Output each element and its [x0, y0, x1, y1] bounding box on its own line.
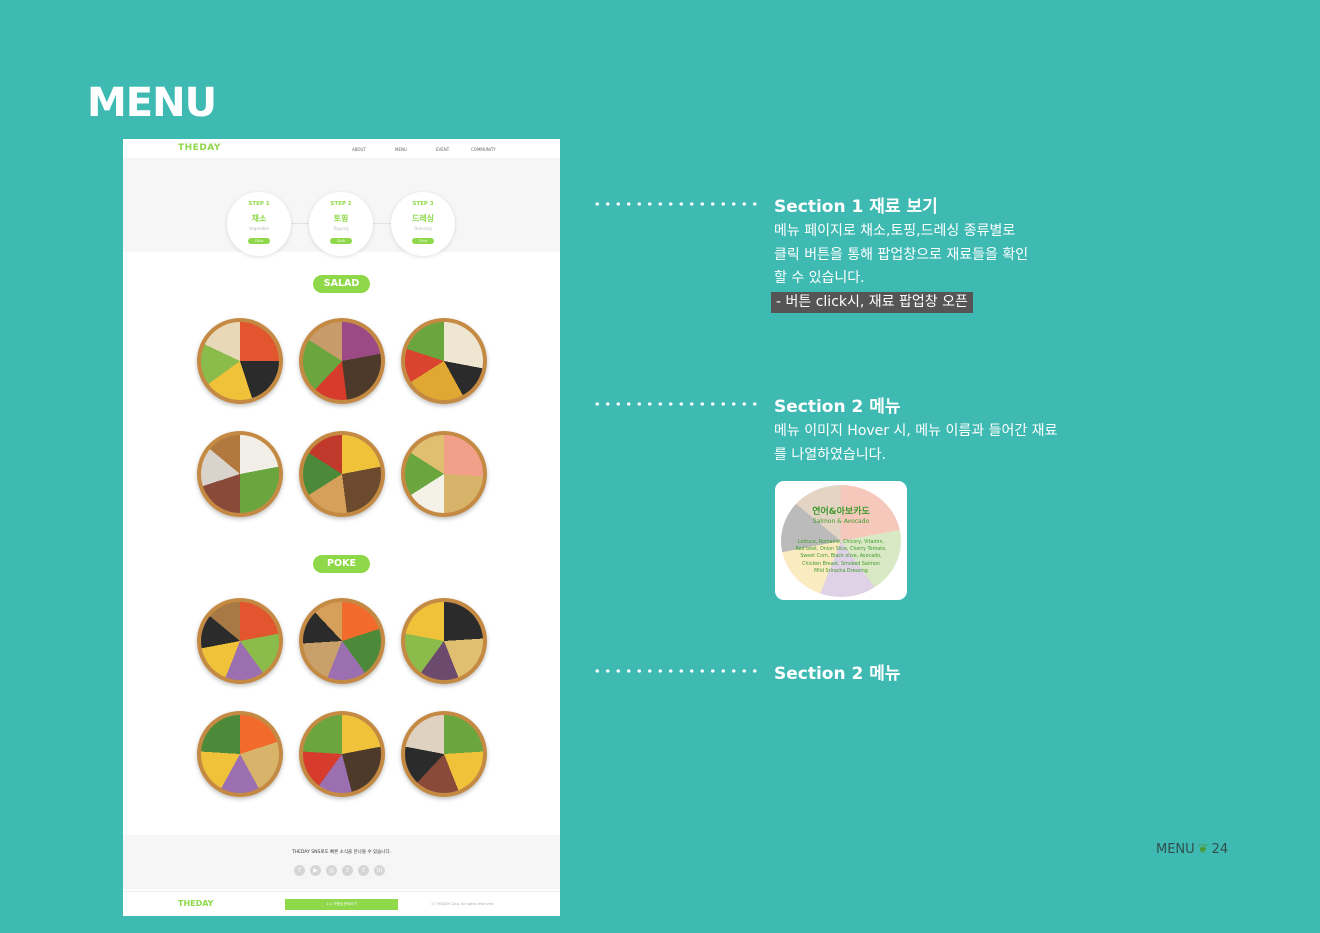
category-poke[interactable]: POKE	[313, 555, 370, 573]
copyright: ⓒ THEDAY Corp. All rights reserved.	[431, 902, 495, 906]
website-mockup: THEDAY ABOUT MENU EVENT COMMUNITY STEP 1…	[123, 139, 560, 916]
page-number: MENU ❦ 24	[1156, 842, 1228, 857]
linkedin-icon[interactable]: in	[374, 865, 385, 876]
step-click-button[interactable]: Click	[248, 238, 270, 244]
mockup-footer: THEDAY 1:1 가맹점 문의하기 ⓒ THEDAY Corp. All r…	[123, 891, 560, 916]
mockup-logo[interactable]: THEDAY	[178, 143, 221, 153]
hover-ingredients: Lettuce, Romaine, Chicory, Vitamin, Red …	[789, 539, 893, 575]
menu-bowl[interactable]	[299, 711, 385, 797]
menu-bowl[interactable]	[197, 318, 283, 404]
step-subtitle: Vegetable	[248, 226, 270, 231]
ingredient-line: Mild Sriracha Dressing	[814, 568, 868, 574]
leader-dots	[592, 402, 760, 406]
sns-band: THEDAY SNS로도 빠른 소식을 만나볼 수 있습니다. f ▶ ◎ ♪ …	[123, 835, 560, 889]
nav-community[interactable]: COMMUNITY	[471, 147, 496, 152]
step-number: STEP 3	[412, 201, 434, 207]
step-title: 채소	[251, 214, 267, 223]
hover-preview-card: 연어&아보카도 Salmon & Avocado Lettuce, Romain…	[775, 481, 907, 600]
menu-bowl[interactable]	[299, 431, 385, 517]
menu-bowl[interactable]	[299, 598, 385, 684]
page-number-value: 24	[1211, 842, 1229, 857]
facebook-icon[interactable]: f	[294, 865, 305, 876]
section-1-title: Section 1 재료 보기	[774, 197, 938, 217]
section-2-title: Section 2 메뉴	[774, 397, 901, 417]
leaf-icon: ❦	[1197, 842, 1209, 857]
step-title: 토핑	[333, 214, 349, 223]
leader-dots	[592, 669, 760, 673]
menu-bowl[interactable]	[197, 431, 283, 517]
hover-menu-english: Salmon & Avocado	[812, 518, 870, 525]
desc-line: 할 수 있습니다.	[774, 270, 865, 286]
step-1-vegetable: STEP 1 채소 Vegetable Click	[227, 192, 291, 256]
steps-band: STEP 1 채소 Vegetable Click STEP 2 토핑 Topp…	[123, 158, 560, 256]
step-number: STEP 1	[248, 201, 270, 207]
desc-line: 메뉴 페이지로 채소,토핑,드레싱 종류별로	[774, 223, 1016, 239]
section-1-highlight: - 버튼 click시, 재료 팝업창 오픈	[771, 292, 973, 313]
menu-bowl[interactable]	[197, 598, 283, 684]
youtube-icon[interactable]: ▶	[310, 865, 321, 876]
page-heading: MENU	[87, 80, 217, 126]
step-3-dressing: STEP 3 드레싱 Dressing Click	[391, 192, 455, 256]
step-click-button[interactable]: Click	[412, 238, 434, 244]
mockup-nav: THEDAY ABOUT MENU EVENT COMMUNITY	[123, 139, 560, 158]
section-1-description: 메뉴 페이지로 채소,토핑,드레싱 종류별로 클릭 버튼을 통해 팝업창으로 재…	[774, 220, 1104, 291]
twitter-icon[interactable]: t	[358, 865, 369, 876]
footer-logo[interactable]: THEDAY	[178, 899, 213, 908]
step-subtitle: Topping	[333, 226, 349, 231]
desc-line: 를 나열하였습니다.	[774, 446, 886, 463]
instagram-icon[interactable]: ◎	[326, 865, 337, 876]
leader-dots	[592, 202, 760, 206]
desc-line: 메뉴 이미지 Hover 시, 메뉴 이름과 들어간 재료	[774, 423, 1058, 439]
franchise-inquiry-button[interactable]: 1:1 가맹점 문의하기	[285, 899, 398, 910]
section-3-title: Section 2 메뉴	[774, 664, 901, 684]
menu-bowl[interactable]	[401, 318, 487, 404]
menu-bowl[interactable]	[401, 431, 487, 517]
section-2-description: 메뉴 이미지 Hover 시, 메뉴 이름과 들어간 재료 를 나열하였습니다.	[774, 420, 1104, 467]
menu-bowl[interactable]	[299, 318, 385, 404]
nav-event[interactable]: EVENT	[436, 147, 449, 152]
ingredient-line: Lettuce, Romaine, Chicory, Vitamin,	[797, 540, 885, 545]
nav-about[interactable]: ABOUT	[352, 147, 366, 152]
desc-line: 클릭 버튼을 통해 팝업창으로 재료들을 확인	[774, 246, 1029, 263]
nav-menu[interactable]: MENU	[395, 147, 407, 152]
hover-menu-name: 연어&아보카도	[812, 507, 870, 517]
ingredient-line: Chicken Breast, Smoked Salmon	[802, 561, 880, 567]
step-title: 드레싱	[411, 214, 435, 223]
ingredient-line: Red beet, Onion Slice, Cherry Tomato,	[795, 547, 887, 553]
step-subtitle: Dressing	[414, 226, 432, 231]
menu-bowl[interactable]	[401, 711, 487, 797]
step-number: STEP 2	[330, 201, 352, 207]
step-2-topping: STEP 2 토핑 Topping Click	[309, 192, 373, 256]
menu-bowl[interactable]	[401, 598, 487, 684]
step-click-button[interactable]: Click	[330, 238, 352, 244]
ingredient-line: Sweet Corn, Black olive, Avocado,	[800, 554, 882, 560]
page-label: MENU	[1156, 842, 1195, 857]
sns-text: THEDAY SNS로도 빠른 소식을 만나볼 수 있습니다.	[291, 850, 392, 855]
tiktok-icon[interactable]: ♪	[342, 865, 353, 876]
category-salad[interactable]: SALAD	[313, 275, 370, 293]
menu-bowl[interactable]	[197, 711, 283, 797]
